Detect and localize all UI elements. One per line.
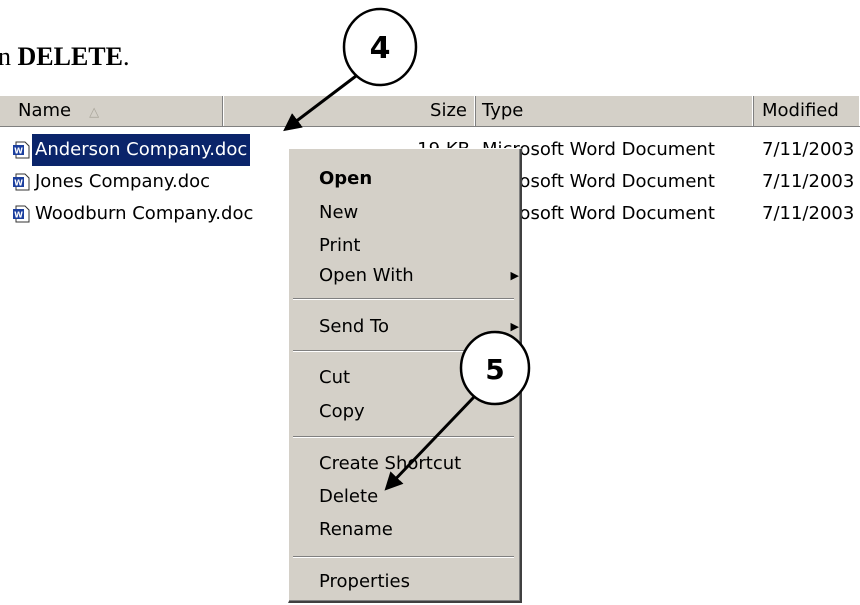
- menu-item-open-with[interactable]: Open With ▶: [319, 260, 519, 292]
- word-doc-icon: W: [13, 173, 30, 191]
- file-modified: 7/11/2003: [762, 203, 855, 224]
- menu-item-cut[interactable]: Cut: [319, 362, 350, 394]
- menu-item-send-to-label: Send To: [319, 316, 390, 337]
- menu-separator: [293, 556, 514, 558]
- menu-item-properties[interactable]: Properties: [319, 566, 410, 598]
- callout-circle: [342, 7, 418, 87]
- svg-text:W: W: [14, 179, 23, 188]
- context-menu: Open New Print Open With ▶ Send To ▶ Cut C…: [288, 148, 522, 603]
- instruction-prefix: n: [0, 42, 11, 71]
- menu-item-rename[interactable]: Rename: [319, 514, 393, 546]
- menu-item-copy[interactable]: Copy: [319, 396, 365, 428]
- menu-item-create-shortcut[interactable]: Create Shortcut: [319, 448, 461, 480]
- submenu-arrow-icon: ▶: [510, 320, 519, 333]
- instruction-text: n DELETE.: [0, 42, 130, 72]
- word-doc-icon: W: [13, 205, 30, 223]
- menu-item-open-with-label: Open With: [319, 265, 414, 286]
- column-header-bar: Name △ Size Type Modified: [0, 96, 860, 127]
- menu-separator: [293, 350, 514, 352]
- file-name[interactable]: Woodburn Company.doc: [32, 198, 256, 230]
- word-doc-icon: W: [13, 141, 30, 159]
- sort-ascending-icon: △: [89, 105, 100, 120]
- column-header-name-label: Name: [18, 100, 72, 121]
- menu-separator: [293, 298, 514, 300]
- menu-item-new[interactable]: New: [319, 197, 358, 229]
- callout-number-4: 4: [370, 31, 391, 66]
- column-header-type[interactable]: Type: [476, 96, 754, 126]
- menu-item-open[interactable]: Open: [319, 163, 372, 195]
- svg-text:W: W: [14, 211, 23, 220]
- svg-text:W: W: [14, 147, 23, 156]
- file-name[interactable]: Jones Company.doc: [32, 166, 213, 198]
- file-modified: 7/11/2003: [762, 139, 855, 160]
- column-header-modified[interactable]: Modified: [754, 96, 860, 126]
- submenu-arrow-icon: ▶: [510, 269, 519, 282]
- instruction-suffix: .: [123, 42, 130, 71]
- file-name[interactable]: Anderson Company.doc: [32, 134, 251, 166]
- column-header-size[interactable]: Size: [222, 96, 476, 126]
- menu-item-delete[interactable]: Delete: [319, 481, 378, 513]
- menu-item-print[interactable]: Print: [319, 230, 360, 262]
- file-modified: 7/11/2003: [762, 171, 855, 192]
- instruction-keyword: DELETE: [17, 42, 124, 71]
- menu-item-send-to[interactable]: Send To ▶: [319, 311, 519, 343]
- menu-separator: [293, 436, 514, 438]
